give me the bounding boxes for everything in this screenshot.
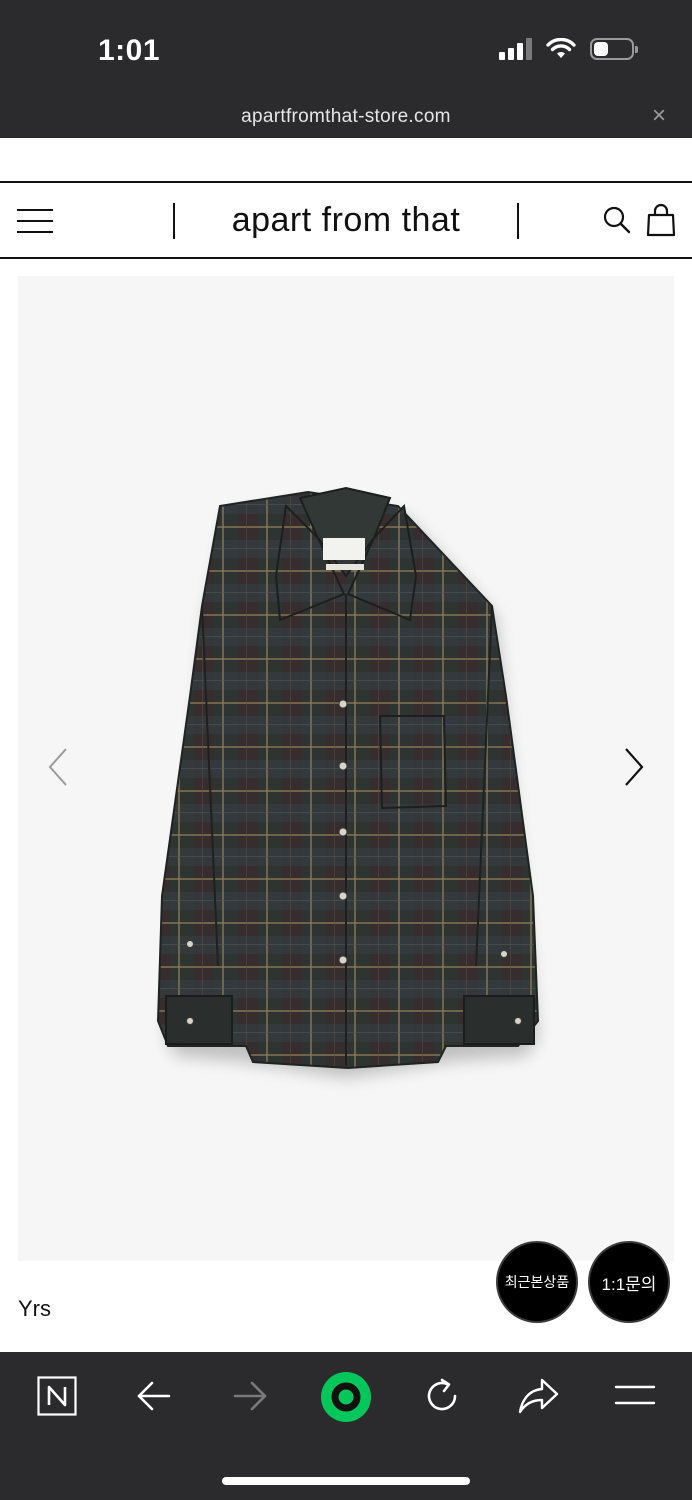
chevron-left-icon[interactable] [46, 745, 70, 789]
home-indicator[interactable] [222, 1477, 470, 1485]
menu-icon[interactable] [614, 1384, 656, 1406]
chevron-right-icon[interactable] [622, 745, 646, 789]
battery-icon [590, 38, 638, 60]
site-logo-title[interactable]: apart from that [175, 201, 517, 240]
forward-arrow-icon[interactable] [232, 1378, 268, 1414]
browser-top-chrome: 1:01 apartfromthat-store.com × [0, 0, 692, 138]
recently-viewed-button[interactable]: 최근본상품 [498, 1243, 576, 1321]
cellular-signal-icon [499, 38, 532, 60]
status-icons [499, 38, 638, 60]
address-bar-url[interactable]: apartfromthat-store.com [0, 106, 692, 128]
naver-n-icon[interactable] [37, 1376, 77, 1416]
hamburger-menu-icon[interactable] [17, 209, 53, 233]
plaid-shirt-image [156, 486, 540, 1078]
inquiry-button[interactable]: 1:1문의 [590, 1243, 668, 1321]
product-brand-name[interactable]: Yrs [18, 1296, 51, 1322]
site-header: apart from that [0, 181, 692, 259]
back-arrow-icon[interactable] [136, 1378, 172, 1414]
search-icon[interactable] [602, 205, 632, 235]
wifi-icon [546, 38, 576, 58]
shopping-bag-icon[interactable] [646, 203, 676, 237]
share-icon[interactable] [516, 1376, 560, 1416]
naver-green-dot-icon[interactable] [320, 1371, 372, 1423]
brand-wrap: apart from that [173, 201, 519, 240]
close-icon[interactable]: × [652, 104, 666, 128]
product-image[interactable] [18, 276, 674, 1261]
mobile-page: 1:01 apartfromthat-store.com × apart fro… [0, 0, 692, 1500]
status-time: 1:01 [98, 34, 161, 67]
reload-icon[interactable] [422, 1376, 462, 1416]
